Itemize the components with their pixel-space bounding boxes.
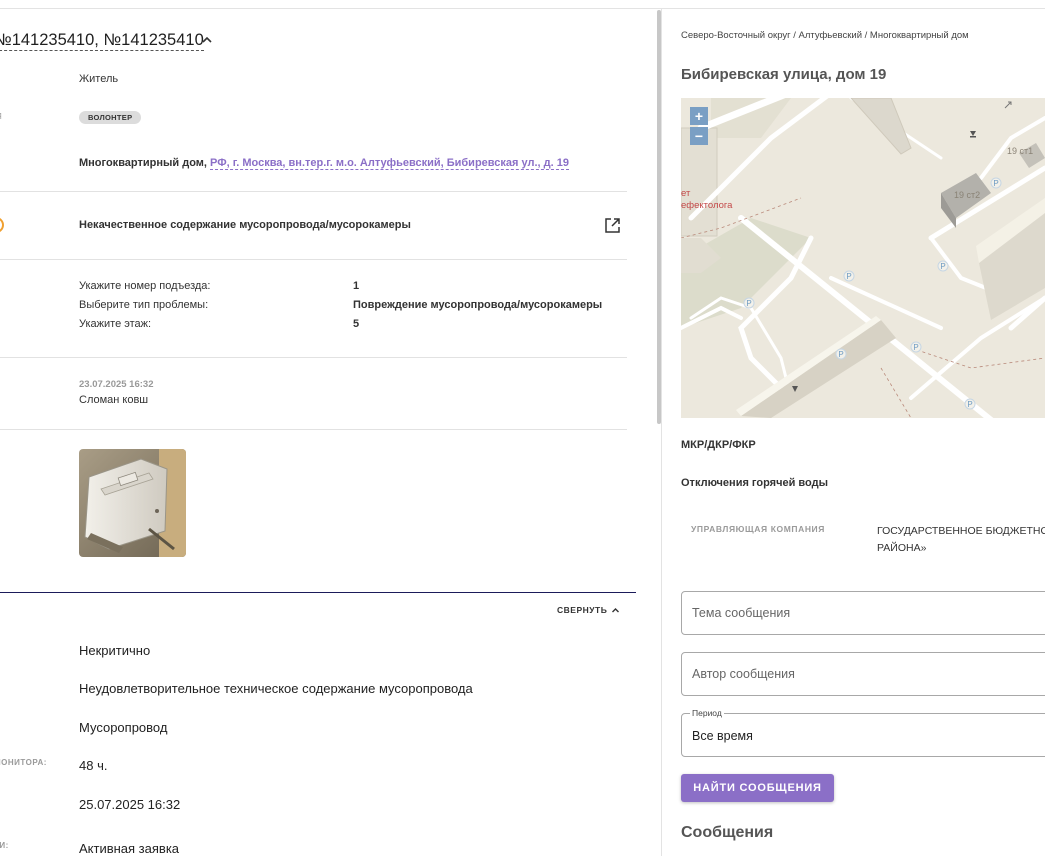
author-field[interactable] bbox=[681, 652, 1045, 696]
request-title[interactable]: №141235410, №141235410 bbox=[0, 30, 204, 51]
svg-text:P: P bbox=[838, 350, 843, 359]
section-mkr[interactable]: МКР/ДКР/ФКР bbox=[681, 439, 756, 451]
comment-date: 23.07.2025 16:32 bbox=[79, 379, 154, 390]
object-address: Многоквартирный дом, РФ, г. Москва, вн.т… bbox=[79, 157, 569, 170]
map-poi-label: ет bbox=[681, 188, 691, 199]
detail-label: Укажите этаж: bbox=[79, 318, 152, 330]
map-poi-label: ефектолога bbox=[681, 200, 733, 211]
criticality-value: Некритично bbox=[79, 643, 151, 658]
detail-value: Повреждение мусоропровода/мусорокамеры bbox=[353, 299, 603, 311]
detail-value: 1 bbox=[353, 280, 360, 292]
section-divider bbox=[0, 429, 627, 430]
object-panel: Северо-Восточный округ / Алтуфьевский / … bbox=[662, 0, 1045, 856]
status-label: КИ: bbox=[0, 841, 9, 850]
volunteer-badge: ВОЛОНТЕР bbox=[79, 111, 142, 124]
address-link[interactable]: РФ, г. Москва, вн.тер.г. м.о. Алтуфьевск… bbox=[210, 157, 569, 170]
svg-text:P: P bbox=[967, 400, 972, 409]
management-company-value: ГОСУДАРСТВЕННОЕ БЮДЖЕТНО РАЙОНА» bbox=[877, 523, 1045, 557]
map-building-label: 19 ст1 bbox=[1007, 146, 1033, 156]
subject-input[interactable] bbox=[682, 592, 1042, 634]
field-label-truncated: Я bbox=[0, 112, 2, 121]
detail-value: 5 bbox=[353, 318, 360, 330]
period-label: Период bbox=[690, 708, 724, 718]
object-map[interactable]: P P P P P P P 19 ст2 19 ст1 ет ефектолог… bbox=[681, 98, 1045, 418]
deadline-value: 25.07.2025 16:32 bbox=[79, 797, 181, 812]
author-input[interactable] bbox=[682, 653, 1042, 695]
chevron-up-icon bbox=[612, 607, 620, 612]
management-company-line: РАЙОНА» bbox=[877, 542, 927, 554]
request-details-panel: №141235410, №141235410 Житель Я ВОЛОНТЕР… bbox=[0, 0, 660, 856]
collapse-label: СВЕРНУТЬ bbox=[557, 605, 608, 615]
monitor-term-label: МОНИТОРА: bbox=[0, 758, 47, 767]
svg-text:P: P bbox=[993, 179, 998, 188]
management-company-line: ГОСУДАРСТВЕННОЕ БЮДЖЕТНО bbox=[877, 525, 1045, 537]
svg-text:P: P bbox=[913, 343, 918, 352]
find-messages-button[interactable]: НАЙТИ СООБЩЕНИЯ bbox=[681, 774, 834, 802]
comment-text: Сломан ковш bbox=[79, 394, 149, 406]
chevron-up-icon[interactable] bbox=[200, 33, 214, 47]
map-canvas: P P P P P P P 19 ст2 19 ст1 ет ефектолог… bbox=[681, 98, 1045, 418]
svg-text:P: P bbox=[940, 262, 945, 271]
monitor-term-value: 48 ч. bbox=[79, 758, 108, 773]
detail-label: Выберите тип проблемы: bbox=[79, 299, 209, 311]
collapse-button[interactable]: СВЕРНУТЬ bbox=[557, 605, 620, 615]
messages-title: Сообщения bbox=[681, 824, 774, 841]
detail-label: Укажите номер подъезда: bbox=[79, 280, 211, 292]
address-type: Многоквартирный дом, bbox=[79, 157, 207, 169]
period-value: Все время bbox=[692, 729, 753, 743]
period-select[interactable]: Период Все время bbox=[681, 708, 1045, 757]
applicant-role: Житель bbox=[79, 73, 119, 85]
map-zoom-out-button[interactable]: − bbox=[690, 127, 708, 145]
svg-text:P: P bbox=[846, 272, 851, 281]
open-external-icon[interactable] bbox=[604, 217, 621, 234]
map-zoom-in-button[interactable]: + bbox=[690, 107, 708, 125]
section-divider bbox=[0, 357, 627, 358]
status-value: Активная заявка bbox=[79, 841, 180, 856]
management-company-label: УПРАВЛЯЮЩАЯ КОМПАНИЯ bbox=[691, 524, 825, 534]
problem-title: Некачественное содержание мусоропровода/… bbox=[79, 219, 411, 231]
object-title: Бибиревская улица, дом 19 bbox=[681, 66, 887, 83]
section-hot-water[interactable]: Отключения горячей воды bbox=[681, 477, 828, 489]
object-type-value: Мусоропровод bbox=[79, 720, 168, 735]
category-value: Неудовлетворительное техническое содержа… bbox=[79, 681, 473, 696]
status-ring-icon bbox=[0, 217, 4, 233]
subject-field[interactable] bbox=[681, 591, 1045, 635]
section-divider-active bbox=[0, 592, 636, 593]
section-divider bbox=[0, 191, 627, 192]
section-divider bbox=[0, 259, 627, 260]
svg-text:P: P bbox=[746, 299, 751, 308]
attached-photo[interactable] bbox=[79, 449, 186, 557]
breadcrumb[interactable]: Северо-Восточный округ / Алтуфьевский / … bbox=[681, 30, 969, 41]
map-building-label: 19 ст2 bbox=[954, 190, 980, 200]
